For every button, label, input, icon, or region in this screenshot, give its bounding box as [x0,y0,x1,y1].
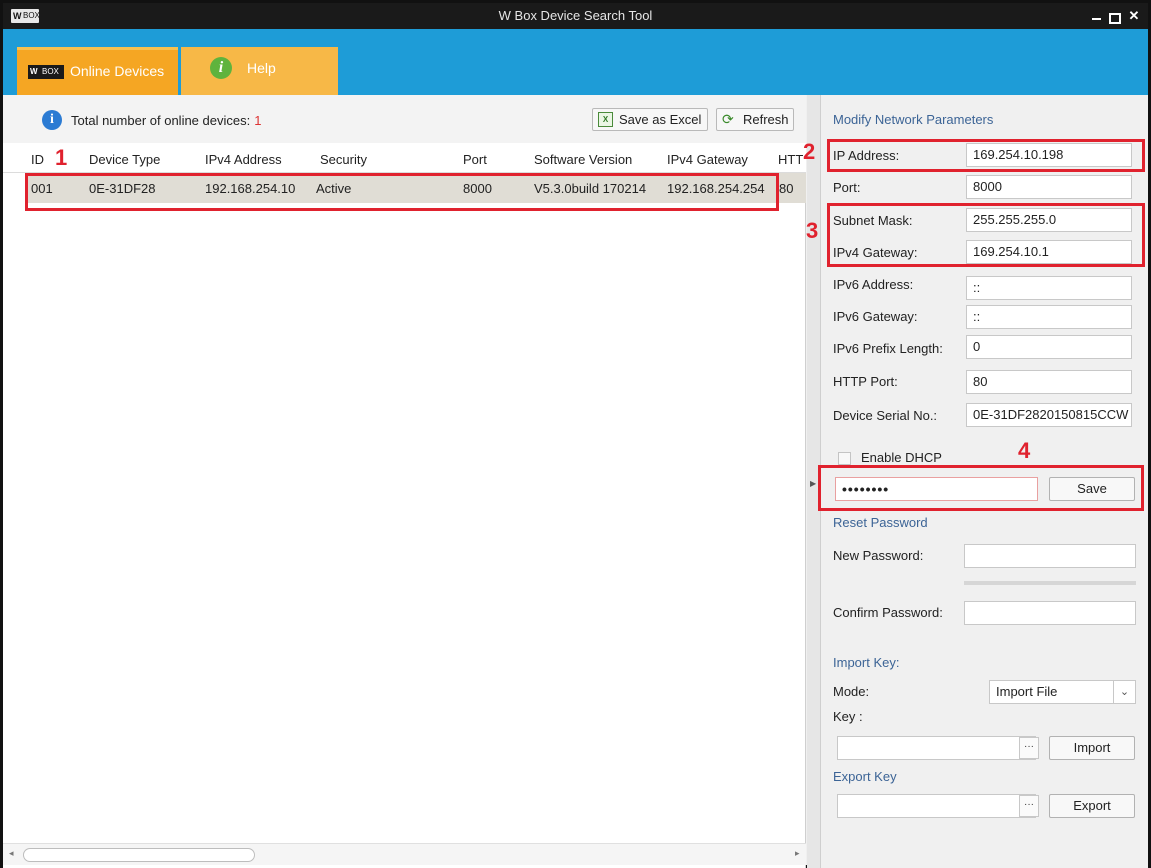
http-port-field[interactable]: 80 [966,370,1132,394]
ipv6-gateway-label: IPv6 Gateway: [833,309,918,324]
horizontal-scrollbar[interactable]: ◂ ▸ [3,843,806,865]
refresh-icon: ⟳ [722,111,734,127]
col-ipv4-address[interactable]: IPv4 Address [205,152,282,167]
new-password-label: New Password: [833,548,924,563]
mode-select[interactable]: Import File ⌄ [989,680,1136,704]
enable-dhcp-label: Enable DHCP [861,450,942,465]
minimize-icon[interactable] [1088,9,1104,23]
save-button[interactable]: Save [1049,477,1135,501]
enable-dhcp-checkbox[interactable] [838,452,851,465]
save-as-excel-button[interactable]: X Save as Excel [592,108,708,131]
panel-splitter[interactable]: ▶ [807,95,821,868]
key-label: Key : [833,709,863,724]
port-label: Port: [833,180,861,195]
cell-id: 001 [31,181,53,196]
tab-help-label: Help [247,60,276,76]
cell-http: 80 [779,181,794,196]
close-icon[interactable]: ✕ [1126,9,1142,23]
import-key-title: Import Key: [833,655,900,670]
subnet-mask-field[interactable]: 255.255.255.0 [966,208,1132,232]
scroll-left-icon[interactable]: ◂ [9,848,14,859]
save-as-excel-label: Save as Excel [619,112,702,127]
ipv6-address-field[interactable]: :: [966,276,1132,300]
export-browse-button[interactable]: ··· [1019,795,1039,817]
collapse-arrow-icon[interactable]: ▶ [810,479,816,488]
tab-bar: W BOX Online Devices i Help [3,29,1148,95]
chevron-down-icon[interactable]: ⌄ [1113,681,1135,703]
col-software-version[interactable]: Software Version [534,152,632,167]
annotation-number-4: 4 [1018,438,1031,463]
ipv6-address-label: IPv6 Address: [833,277,914,292]
admin-password-field[interactable]: •••••••• [835,477,1038,501]
table-header: ID Device Type IPv4 Address Security Por… [3,143,806,173]
cell-device-type: 0E-31DF28 [89,181,156,196]
ipv6-prefix-field[interactable]: 0 [966,335,1132,359]
annotation-number-3: 3 [806,218,819,243]
http-port-label: HTTP Port: [833,374,898,389]
cell-security: Active [316,181,352,196]
import-browse-button[interactable]: ··· [1019,737,1039,759]
col-http[interactable]: HTT [778,152,803,167]
new-password-field[interactable] [964,544,1136,568]
help-info-icon: i [210,57,232,79]
port-field[interactable]: 8000 [966,175,1132,199]
ipv4-gateway-field[interactable]: 169.254.10.1 [966,240,1132,264]
serial-no-field[interactable]: 0E-31DF2820150815CCW [966,403,1132,427]
serial-no-label: Device Serial No.: [833,408,938,423]
export-key-path-field[interactable] [837,794,1036,818]
ip-address-field[interactable]: 169.254.10.198 [966,143,1132,167]
tab-help[interactable]: i Help [181,47,338,95]
table-row[interactable]: 001 0E-31DF28 192.168.254.10 Active 8000… [25,173,806,203]
refresh-label: Refresh [743,112,789,127]
modify-network-title: Modify Network Parameters [833,112,994,127]
refresh-button[interactable]: ⟳ Refresh [716,108,794,131]
info-icon: i [42,110,62,130]
title-bar: W BOX W Box Device Search Tool ✕ [3,3,1148,29]
confirm-password-label: Confirm Password: [833,605,943,620]
maximize-icon[interactable] [1107,9,1123,23]
import-key-path-field[interactable] [837,736,1036,760]
ipv6-prefix-label: IPv6 Prefix Length: [833,341,943,356]
cell-ipv4-gateway: 192.168.254.254 [667,181,765,196]
password-strength-bar [964,581,1136,585]
tab-online-devices[interactable]: W BOX Online Devices [17,47,178,95]
window-controls: ✕ [1088,9,1142,23]
reset-password-title: Reset Password [833,515,928,530]
app-window: W BOX W Box Device Search Tool ✕ W BOX On… [0,0,1151,868]
subnet-mask-label: Subnet Mask: [833,213,913,228]
col-ipv4-gateway[interactable]: IPv4 Gateway [667,152,748,167]
mode-label: Mode: [833,684,870,699]
brand-logo-icon: W BOX [28,65,64,79]
device-list-header: i Total number of online devices: 1 X Sav… [3,95,806,143]
import-button[interactable]: Import [1049,736,1135,760]
window-title: W Box Device Search Tool [498,8,653,23]
col-security[interactable]: Security [320,152,367,167]
scroll-right-icon[interactable]: ▸ [795,848,800,859]
annotation-number-1: 1 [55,145,68,170]
cell-port: 8000 [463,181,492,196]
total-devices-text: Total number of online devices: 1 [71,113,261,128]
export-key-title: Export Key [833,769,897,784]
ip-address-label: IP Address: [833,148,900,163]
tab-online-label: Online Devices [70,63,165,79]
annotation-number-2: 2 [803,139,816,164]
excel-icon: X [598,112,613,127]
col-device-type[interactable]: Device Type [89,152,160,167]
ipv6-gateway-field[interactable]: :: [966,305,1132,329]
ipv4-gateway-label: IPv4 Gateway: [833,245,918,260]
col-id[interactable]: ID [31,152,44,167]
col-port[interactable]: Port [463,152,487,167]
total-devices-count: 1 [254,113,262,128]
total-devices-label: Total number of online devices: [71,113,251,128]
export-button[interactable]: Export [1049,794,1135,818]
cell-ipv4-address: 192.168.254.10 [205,181,296,196]
cell-software-version: V5.3.0build 170214 [534,181,647,196]
minilogo-w: W [30,67,38,76]
scrollbar-thumb[interactable] [23,848,255,862]
device-list-panel: i Total number of online devices: 1 X Sav… [3,95,806,868]
confirm-password-field[interactable] [964,601,1136,625]
mode-select-value: Import File [996,684,1058,699]
minilogo-box: BOX [42,67,59,76]
network-params-panel: Modify Network Parameters IP Address: 16… [821,95,1148,868]
